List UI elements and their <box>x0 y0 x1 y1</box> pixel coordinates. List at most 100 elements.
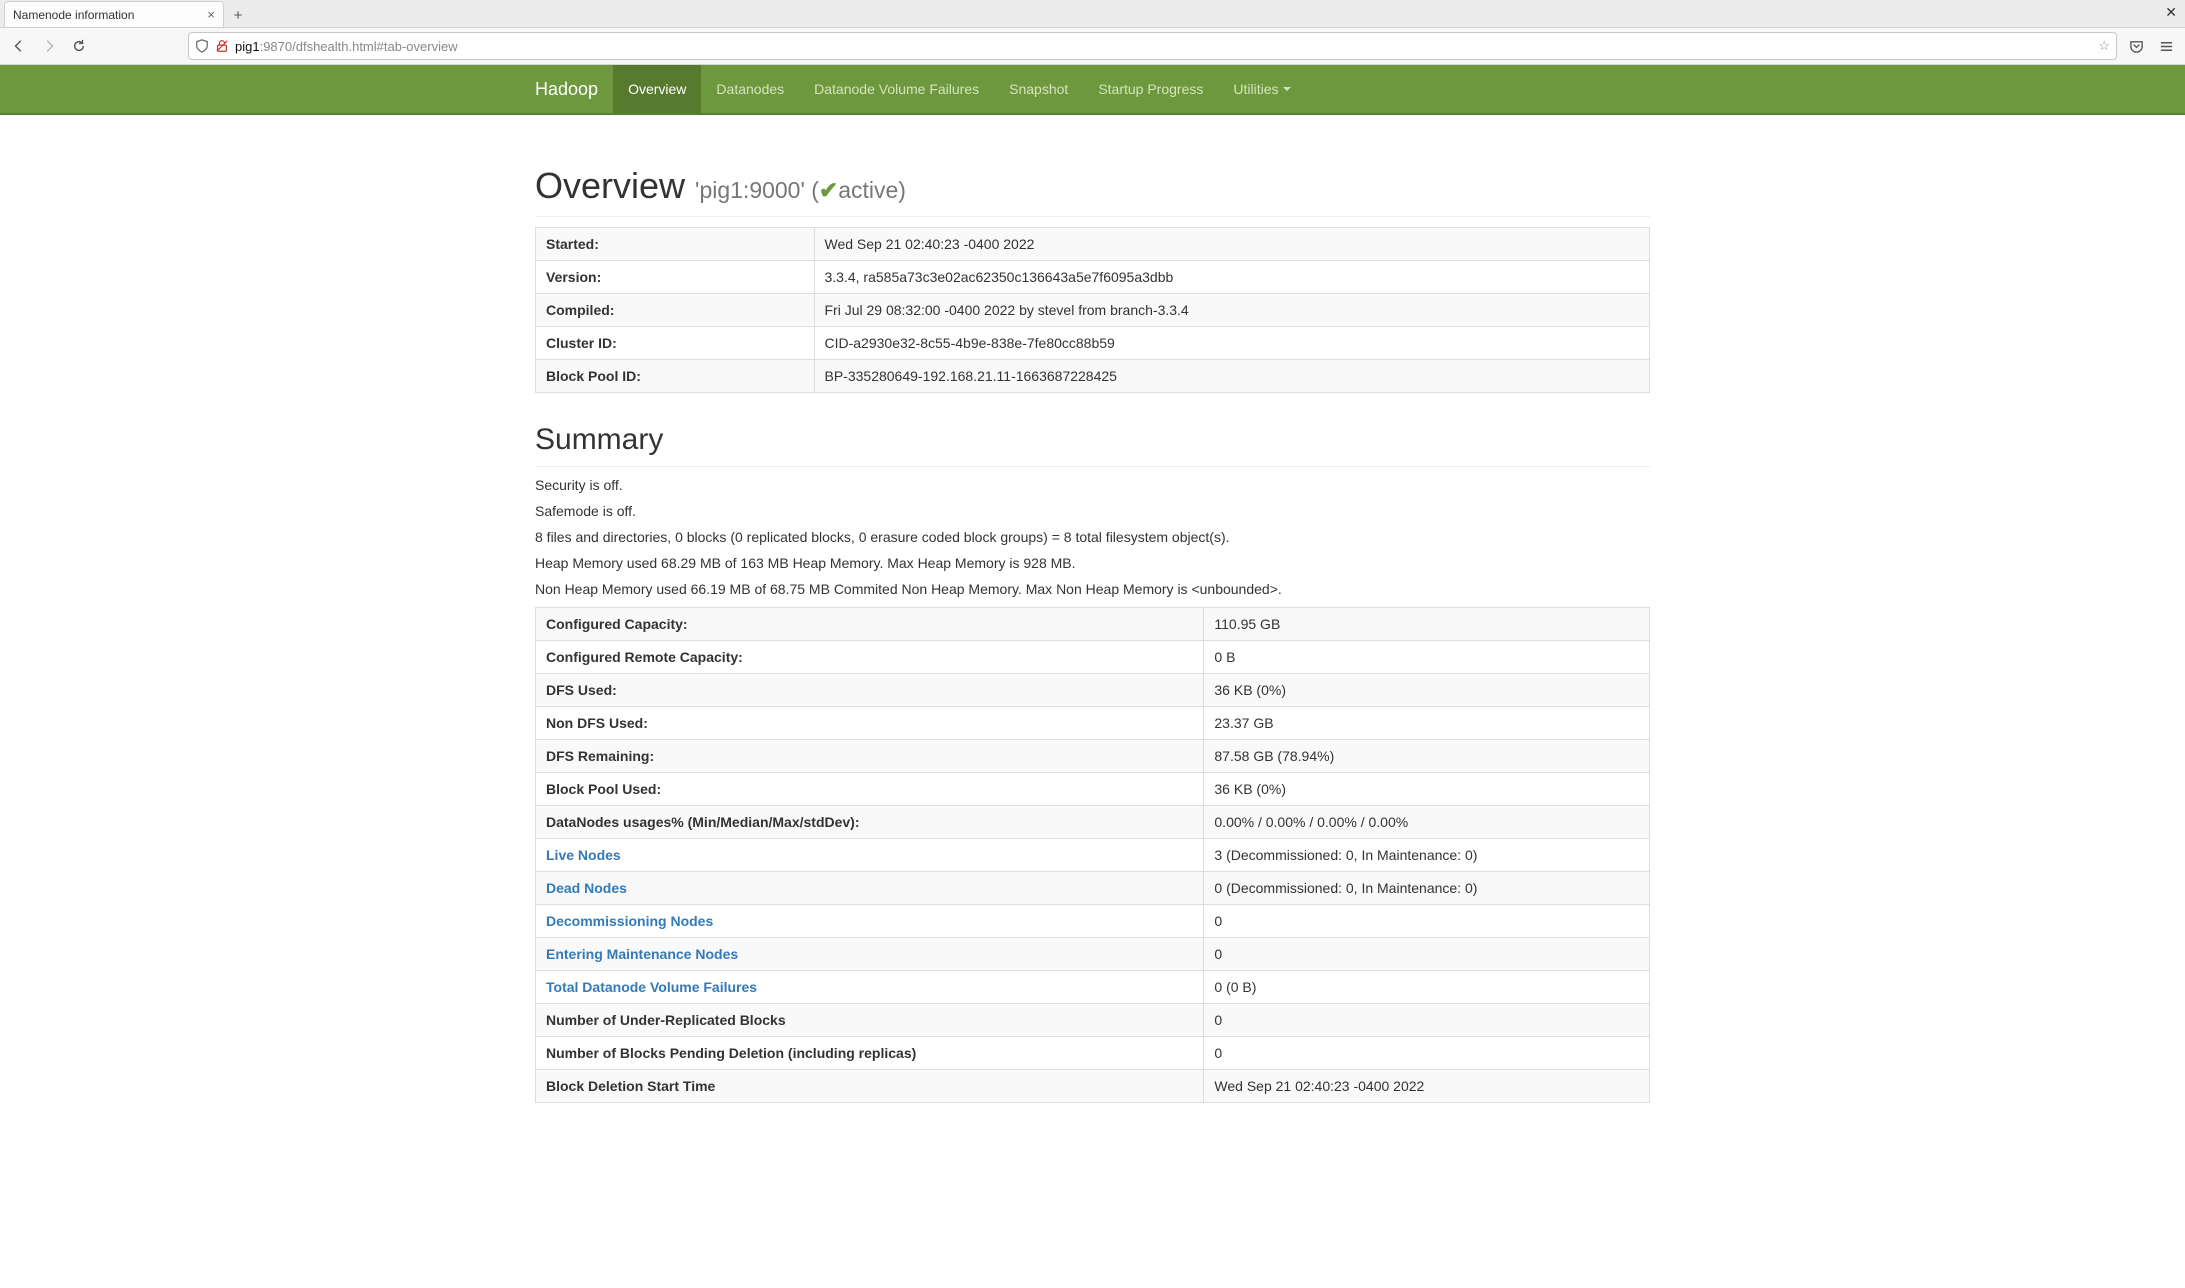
table-value: 87.58 GB (78.94%) <box>1204 740 1650 773</box>
nav-item-label: Datanodes <box>716 81 784 97</box>
pocket-icon <box>2129 39 2144 54</box>
table-key: Entering Maintenance Nodes <box>536 938 1204 971</box>
reload-icon <box>72 39 86 53</box>
table-key: Compiled: <box>536 294 815 327</box>
url-rest: :9870/dfshealth.html#tab-overview <box>260 39 458 54</box>
table-value: CID-a2930e32-8c55-4b9e-838e-7fe80cc88b59 <box>814 327 1650 360</box>
address-bar[interactable]: pig1:9870/dfshealth.html#tab-overview ☆ <box>188 32 2117 60</box>
check-icon: ✔ <box>819 177 838 203</box>
summary-paragraph: Heap Memory used 68.29 MB of 163 MB Heap… <box>535 555 1650 571</box>
table-row: Version:3.3.4, ra585a73c3e02ac62350c1366… <box>536 261 1650 294</box>
browser-tab-active[interactable]: Namenode information × <box>4 1 224 27</box>
table-value: 0 (0 B) <box>1204 971 1650 1004</box>
forward-button[interactable] <box>38 35 60 57</box>
window-close-icon[interactable]: ✕ <box>2165 4 2177 21</box>
app-menu-button[interactable] <box>2155 35 2177 57</box>
nav-item-label: Snapshot <box>1009 81 1068 97</box>
arrow-left-icon <box>12 39 26 53</box>
summary-heading: Summary <box>535 423 1650 467</box>
summary-link[interactable]: Live Nodes <box>546 847 621 863</box>
brand[interactable]: Hadoop <box>535 65 613 113</box>
table-key: Non DFS Used: <box>536 707 1204 740</box>
summary-paragraph: Security is off. <box>535 477 1650 493</box>
reload-button[interactable] <box>68 35 90 57</box>
table-value: Fri Jul 29 08:32:00 -0400 2022 by stevel… <box>814 294 1650 327</box>
table-key: Block Pool Used: <box>536 773 1204 806</box>
table-row: Total Datanode Volume Failures 0 (0 B) <box>536 971 1650 1004</box>
overview-table: Started:Wed Sep 21 02:40:23 -0400 2022Ve… <box>535 227 1650 393</box>
table-key: Configured Capacity: <box>536 608 1204 641</box>
table-key: Number of Blocks Pending Deletion (inclu… <box>536 1037 1204 1070</box>
table-row: Started:Wed Sep 21 02:40:23 -0400 2022 <box>536 228 1650 261</box>
overview-heading: Overview 'pig1:9000' (✔active) <box>535 165 1650 217</box>
nav-item-overview[interactable]: Overview <box>613 65 701 113</box>
overview-sub-open: 'pig1:9000' ( <box>695 177 819 203</box>
table-row: Number of Blocks Pending Deletion (inclu… <box>536 1037 1650 1070</box>
table-key: Block Deletion Start Time <box>536 1070 1204 1103</box>
new-tab-button[interactable]: + <box>228 5 248 25</box>
nav-item-label: Overview <box>628 81 686 97</box>
table-value: BP-335280649-192.168.21.11-1663687228425 <box>814 360 1650 393</box>
table-row: Non DFS Used:23.37 GB <box>536 707 1650 740</box>
table-key: DataNodes usages% (Min/Median/Max/stdDev… <box>536 806 1204 839</box>
summary-paragraph: Non Heap Memory used 66.19 MB of 68.75 M… <box>535 581 1650 597</box>
table-row: Block Pool ID:BP-335280649-192.168.21.11… <box>536 360 1650 393</box>
summary-link[interactable]: Dead Nodes <box>546 880 627 896</box>
table-key: Cluster ID: <box>536 327 815 360</box>
hamburger-icon <box>2159 39 2174 54</box>
summary-link[interactable]: Decommissioning Nodes <box>546 913 713 929</box>
table-value: 36 KB (0%) <box>1204 674 1650 707</box>
back-button[interactable] <box>8 35 30 57</box>
table-value: 36 KB (0%) <box>1204 773 1650 806</box>
table-value: 3 (Decommissioned: 0, In Maintenance: 0) <box>1204 839 1650 872</box>
table-value: 0 (Decommissioned: 0, In Maintenance: 0) <box>1204 872 1650 905</box>
shield-icon[interactable] <box>195 39 209 53</box>
table-key: Started: <box>536 228 815 261</box>
insecure-lock-icon[interactable] <box>215 39 229 53</box>
table-key: Decommissioning Nodes <box>536 905 1204 938</box>
table-value: Wed Sep 21 02:40:23 -0400 2022 <box>814 228 1650 261</box>
nav-item-label: Startup Progress <box>1098 81 1203 97</box>
nav-item-datanode-volume-failures[interactable]: Datanode Volume Failures <box>799 65 994 113</box>
overview-status: active <box>838 177 898 203</box>
summary-link[interactable]: Total Datanode Volume Failures <box>546 979 757 995</box>
table-key: Total Datanode Volume Failures <box>536 971 1204 1004</box>
arrow-right-icon <box>42 39 56 53</box>
table-value: 0 <box>1204 1037 1650 1070</box>
table-row: DataNodes usages% (Min/Median/Max/stdDev… <box>536 806 1650 839</box>
content: Overview 'pig1:9000' (✔active) Started:W… <box>535 115 1650 1103</box>
table-value: 23.37 GB <box>1204 707 1650 740</box>
table-value: 0.00% / 0.00% / 0.00% / 0.00% <box>1204 806 1650 839</box>
table-key: DFS Remaining: <box>536 740 1204 773</box>
nav-item-snapshot[interactable]: Snapshot <box>994 65 1083 113</box>
browser-tab-title: Namenode information <box>13 8 207 22</box>
pocket-button[interactable] <box>2125 35 2147 57</box>
table-row: Block Pool Used:36 KB (0%) <box>536 773 1650 806</box>
table-value: 0 B <box>1204 641 1650 674</box>
nav-item-startup-progress[interactable]: Startup Progress <box>1083 65 1218 113</box>
nav-item-utilities[interactable]: Utilities <box>1218 65 1305 113</box>
url-text: pig1:9870/dfshealth.html#tab-overview <box>235 39 2092 54</box>
bookmark-star-icon[interactable]: ☆ <box>2098 38 2110 54</box>
nav-item-label: Datanode Volume Failures <box>814 81 979 97</box>
caret-down-icon <box>1283 87 1291 91</box>
summary-paragraph: Safemode is off. <box>535 503 1650 519</box>
browser-tabstrip: Namenode information × + <box>0 0 2185 28</box>
table-row: Configured Remote Capacity:0 B <box>536 641 1650 674</box>
table-row: Decommissioning Nodes0 <box>536 905 1650 938</box>
table-row: DFS Remaining:87.58 GB (78.94%) <box>536 740 1650 773</box>
table-value: 0 <box>1204 1004 1650 1037</box>
overview-title: Overview <box>535 165 685 206</box>
table-row: Live Nodes 3 (Decommissioned: 0, In Maint… <box>536 839 1650 872</box>
table-key: DFS Used: <box>536 674 1204 707</box>
summary-link[interactable]: Entering Maintenance Nodes <box>546 946 738 962</box>
nav-item-datanodes[interactable]: Datanodes <box>701 65 799 113</box>
table-value: 0 <box>1204 938 1650 971</box>
table-value: 3.3.4, ra585a73c3e02ac62350c136643a5e7f6… <box>814 261 1650 294</box>
tab-close-icon[interactable]: × <box>207 7 215 22</box>
table-value: 110.95 GB <box>1204 608 1650 641</box>
browser-toolbar: pig1:9870/dfshealth.html#tab-overview ☆ <box>0 28 2185 64</box>
table-key: Block Pool ID: <box>536 360 815 393</box>
table-row: Cluster ID:CID-a2930e32-8c55-4b9e-838e-7… <box>536 327 1650 360</box>
table-value: Wed Sep 21 02:40:23 -0400 2022 <box>1204 1070 1650 1103</box>
